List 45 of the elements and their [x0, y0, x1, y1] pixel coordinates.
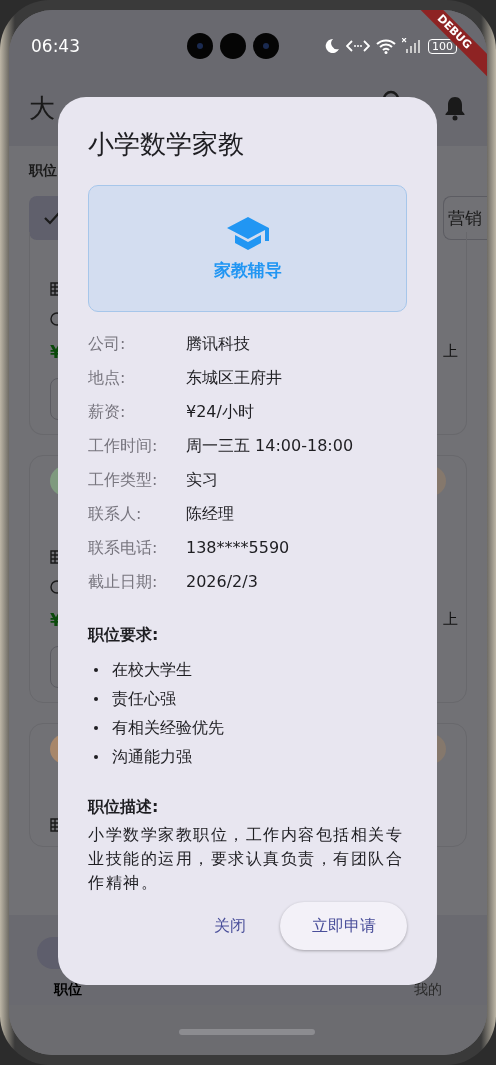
bell-icon[interactable]	[443, 95, 467, 121]
wifi-icon	[376, 38, 396, 54]
bullet-icon	[94, 667, 98, 672]
field-label: 联系人:	[88, 503, 143, 525]
signal-icon	[402, 38, 422, 54]
requirement-text: 有相关经验优先	[112, 717, 224, 739]
field-label: 联系电话:	[88, 537, 159, 559]
requirement-text: 沟通能力强	[112, 746, 192, 768]
field-label: 工作类型:	[88, 469, 159, 491]
field-label: 工作时间:	[88, 435, 159, 457]
field-label: 截止日期:	[88, 571, 159, 593]
bullet-icon	[94, 696, 98, 701]
filter-label: 职位	[29, 162, 58, 180]
close-button[interactable]: 关闭	[194, 902, 266, 950]
moon-icon	[324, 38, 340, 54]
filter-chip[interactable]: 营销	[443, 196, 487, 240]
field-value: 实习	[186, 469, 218, 491]
bullet-icon	[94, 754, 98, 759]
camera-icon	[186, 32, 280, 60]
field-value: ¥24/小时	[186, 401, 254, 423]
field-value: 东城区王府井	[186, 367, 282, 389]
bullet-icon	[94, 725, 98, 730]
field-value: 腾讯科技	[186, 333, 250, 355]
category-label: 家教辅导	[213, 259, 282, 282]
section-heading: 职位描述:	[88, 796, 160, 818]
nav-label[interactable]: 我的	[414, 981, 442, 999]
code-icon	[346, 38, 370, 54]
field-label: 薪资:	[88, 401, 127, 423]
dialog-title: 小学数学家教	[88, 128, 245, 161]
status-time: 06:43	[31, 36, 80, 56]
apply-button[interactable]: 立即申请	[280, 902, 407, 950]
requirement-text: 责任心强	[112, 688, 176, 710]
field-label: 公司:	[88, 333, 127, 355]
description-text: 小学数学家教职位，工作内容包括相关专业技能的运用，要求认真负责，有团队合作精神。	[88, 824, 404, 894]
app-title: 大	[29, 91, 56, 125]
field-value: 138****5590	[186, 537, 290, 559]
note-text: 上	[443, 342, 458, 362]
requirement-text: 在校大学生	[112, 659, 192, 681]
note-text: 上	[443, 610, 458, 630]
field-value: 周一三五 14:00-18:00	[186, 435, 354, 457]
field-value: 2026/2/3	[186, 571, 258, 593]
nav-label[interactable]: 职位	[54, 981, 82, 999]
section-heading: 职位要求:	[88, 624, 160, 646]
field-label: 地点:	[88, 367, 127, 389]
field-value: 陈经理	[186, 503, 234, 525]
